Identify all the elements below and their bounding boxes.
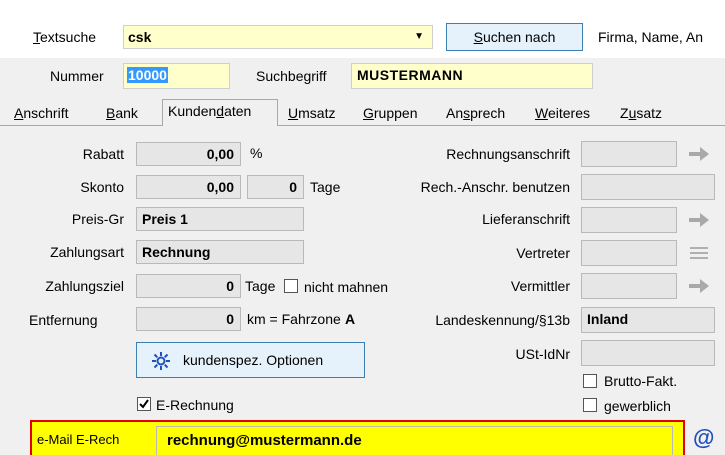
options-button-label: kundenspez. Optionen (183, 352, 324, 368)
at-sign-icon[interactable]: @ (693, 425, 714, 451)
rabatt-unit: % (250, 145, 263, 161)
preisgr-field[interactable]: Preis 1 (136, 207, 304, 231)
entfernung-label: Entfernung (29, 312, 98, 328)
searchterm-field[interactable]: MUSTERMANN (351, 63, 593, 89)
zahlungsziel-unit: Tage (245, 278, 276, 294)
search-value: csk (128, 29, 152, 45)
ustidnr-field[interactable] (581, 340, 715, 366)
search-button[interactable]: Suchen nach (446, 23, 583, 51)
vermittler-label: Vermittler (510, 278, 570, 294)
tab-zusatz[interactable]: Zusatz (620, 104, 662, 122)
landeskennung-label: Landeskennung/§13b (435, 312, 570, 328)
arrow-right-icon[interactable] (688, 212, 710, 228)
checkmark-icon (139, 399, 149, 409)
email-label: e-Mail E-Rech (37, 432, 120, 447)
search-combobox[interactable]: csk ▼ (123, 25, 433, 49)
vermittler-field[interactable] (581, 273, 677, 299)
fahrzone-value: A (345, 311, 356, 327)
erechnung-checkbox[interactable] (137, 397, 151, 411)
arrow-right-icon[interactable] (688, 278, 710, 294)
zahlungsziel-field[interactable]: 0 (136, 274, 241, 298)
tab-umsatz[interactable]: Umsatz (288, 104, 335, 122)
arrow-right-icon[interactable] (688, 146, 710, 162)
nicht-mahnen-label: nicht mahnen (304, 279, 389, 295)
ustidnr-label: USt-IdNr (515, 346, 570, 362)
rechnungsanschrift-label: Rechnungsanschrift (446, 146, 570, 162)
search-hint: Firma, Name, An (598, 29, 704, 45)
entfernung-unit: km = Fahrzone (247, 311, 341, 327)
vertreter-field[interactable] (581, 240, 677, 266)
rech-anschr-field[interactable] (581, 174, 715, 200)
skonto-days-unit: Tage (310, 179, 341, 195)
tab-strip-line (0, 125, 725, 126)
searchterm-label: Suchbegriff (256, 68, 327, 84)
gewerblich-checkbox[interactable] (583, 398, 597, 412)
number-field[interactable]: 10000 (123, 63, 230, 89)
list-icon[interactable] (689, 245, 709, 261)
zahlungsart-field[interactable]: Rechnung (136, 240, 304, 264)
erechnung-label: E-Rechnung (156, 397, 234, 413)
rech-anschr-label: Rech.-Anschr. benutzen (420, 179, 570, 195)
gewerblich-label: gewerblich (604, 398, 671, 414)
rabatt-label: Rabatt (82, 146, 124, 162)
skonto-days-field[interactable]: 0 (247, 175, 304, 199)
tab-kundendaten[interactable]: Kundendaten (168, 102, 251, 120)
lieferanschrift-field[interactable] (581, 207, 677, 233)
options-button[interactable]: kundenspez. Optionen (136, 342, 365, 378)
tab-anschrift[interactable]: Anschrift (14, 104, 68, 122)
vertreter-label: Vertreter (516, 245, 570, 261)
tab-ansprech[interactable]: Ansprech (446, 104, 505, 122)
preisgr-label: Preis-Gr (71, 211, 124, 227)
tab-weiteres[interactable]: Weiteres (535, 104, 590, 122)
brutto-label: Brutto-Fakt. (604, 373, 678, 389)
tab-gruppen[interactable]: Gruppen (363, 104, 417, 122)
entfernung-field[interactable]: 0 (136, 307, 241, 331)
email-field[interactable]: rechnung@mustermann.de (156, 426, 673, 455)
skonto-field[interactable]: 0,00 (136, 175, 241, 199)
search-label: Textsuche (33, 29, 97, 45)
zahlungsziel-label: Zahlungsziel (45, 278, 124, 294)
gear-icon (152, 352, 170, 370)
skonto-label: Skonto (80, 179, 124, 195)
tab-bank[interactable]: Bank (106, 104, 138, 122)
number-label: Nummer (50, 68, 104, 84)
nicht-mahnen-checkbox[interactable] (284, 279, 298, 293)
brutto-checkbox[interactable] (583, 374, 597, 388)
rabatt-field[interactable]: 0,00 (136, 142, 241, 166)
zahlungsart-label: Zahlungsart (50, 244, 124, 260)
rechnungsanschrift-field[interactable] (581, 141, 677, 167)
lieferanschrift-label: Lieferanschrift (482, 211, 570, 227)
landeskennung-field[interactable]: Inland (581, 307, 715, 333)
chevron-down-icon[interactable]: ▼ (414, 26, 424, 48)
